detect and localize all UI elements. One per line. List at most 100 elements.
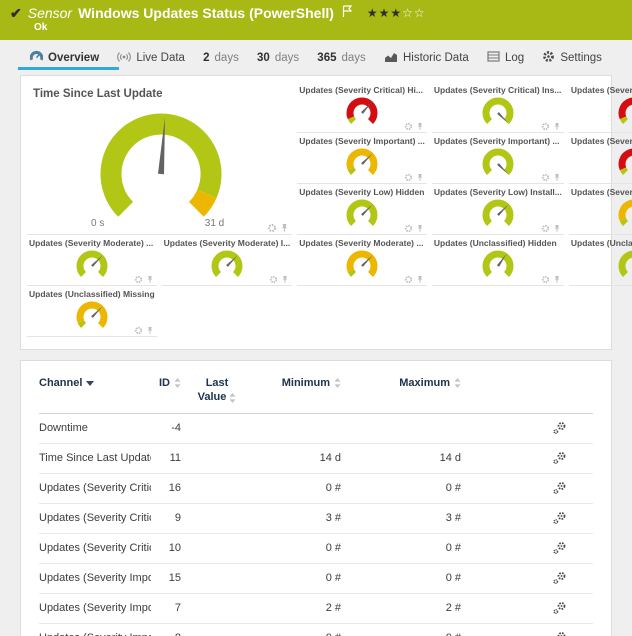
channel-row[interactable]: Updates (Severity Impo...72 #2 # [39,594,593,624]
channels-panel: Channel ID Last Value Minimum Maximum Do… [20,360,612,636]
gear-icon[interactable] [269,275,278,284]
gauge-tile[interactable]: Updates (Severity Moderate) ... [297,235,427,286]
gear-icon[interactable] [404,173,413,182]
edit-channel-icon[interactable] [552,511,567,525]
channel-id: 11 [151,452,181,464]
channel-gauge [612,248,632,280]
pin-icon[interactable] [146,275,154,284]
column-header-minimum[interactable]: Minimum [253,377,341,389]
channel-gauge [340,146,384,178]
gauge-tile[interactable]: Updates (Severity Low) Hidden [297,184,427,235]
pin-icon[interactable] [281,275,289,284]
tile-actions [134,326,154,335]
channel-name[interactable]: Updates (Severity Critic... [39,542,151,554]
gear-icon[interactable] [541,275,550,284]
pin-icon[interactable] [416,224,424,233]
gear-icon[interactable] [541,173,550,182]
channel-gauge [340,95,384,127]
pin-icon[interactable] [553,224,561,233]
channel-name[interactable]: Updates (Severity Impo... [39,602,151,614]
tile-actions [404,224,424,233]
column-header-id[interactable]: ID [151,377,181,389]
gauge-tile[interactable]: Updates (Unclassified) Install... [569,235,632,286]
edit-channel-icon[interactable] [552,571,567,585]
tab-settings[interactable]: Settings [536,46,608,70]
gear-icon[interactable] [404,224,413,233]
tab-log[interactable]: Log [481,46,530,70]
channel-row[interactable]: Time Since Last Update1114 d14 d [39,444,593,474]
pin-icon[interactable] [416,275,424,284]
channel-row[interactable]: Updates (Severity Critic...93 #3 # [39,504,593,534]
edit-channel-icon[interactable] [552,451,567,465]
gauge-tile[interactable]: Updates (Unclassified) Missing [27,286,157,337]
channel-row[interactable]: Updates (Severity Critic...100 #0 # [39,534,593,564]
tab-30-days[interactable]: 30days [251,46,305,70]
channel-actions [461,601,593,615]
gauge-title: Updates (Severity Critical) Mi... [571,85,632,95]
gauge-tile[interactable]: Updates (Severity Important) ... [432,133,564,184]
gauge-tile[interactable]: Updates (Severity Critical) Ins... [432,82,564,133]
tile-actions [541,275,561,284]
tab-365-days[interactable]: 365days [311,46,371,70]
column-header-channel[interactable]: Channel [39,377,151,389]
column-header-maximum[interactable]: Maximum [341,377,461,389]
tab-historic-data[interactable]: Historic Data [378,46,475,70]
channel-minimum: 14 d [253,452,341,464]
channel-actions [461,451,593,465]
channel-name[interactable]: Downtime [39,422,151,434]
tab-overview[interactable]: Overview [24,46,105,70]
channel-name[interactable]: Updates (Severity Critic... [39,482,151,494]
gauge-tile-time-since-last-update[interactable]: Time Since Last Update 0 s 31 d [27,82,292,235]
edit-channel-icon[interactable] [552,421,567,435]
channel-actions [461,421,593,435]
column-header-last-value[interactable]: Last Value [181,377,253,405]
channel-row[interactable]: Updates (Severity Impo...80 #0 # [39,624,593,636]
channel-name[interactable]: Updates (Severity Impo... [39,632,151,636]
edit-channel-icon[interactable] [552,631,567,636]
pin-icon[interactable] [416,173,424,182]
gear-icon[interactable] [404,122,413,131]
gauges-panel: Time Since Last Update 0 s 31 d Updates … [20,75,612,350]
gear-icon[interactable] [541,224,550,233]
pin-icon[interactable] [280,223,289,233]
gauge-tile[interactable]: Updates (Severity Low) Missi... [569,184,632,235]
gauge-tile[interactable]: Updates (Severity Low) Install... [432,184,564,235]
gauge-tile[interactable]: Updates (Severity Critical) Mi... [569,82,632,133]
tab-2-days[interactable]: 2days [197,46,245,70]
channel-name[interactable]: Updates (Severity Critic... [39,512,151,524]
channel-row[interactable]: Downtime-4 [39,414,593,444]
gauge-tile[interactable]: Updates (Severity Moderate) ... [27,235,157,286]
pin-icon[interactable] [553,173,561,182]
gauge-tile[interactable]: Updates (Severity Moderate) I... [162,235,293,286]
gauge-tile[interactable]: Updates (Unclassified) Hidden [432,235,564,286]
flag-icon[interactable] [342,5,353,18]
edit-channel-icon[interactable] [552,541,567,555]
pin-icon[interactable] [553,275,561,284]
gear-icon[interactable] [267,223,277,233]
pin-icon[interactable] [416,122,424,131]
gear-icon[interactable] [134,326,143,335]
channel-row[interactable]: Updates (Severity Impo...150 #0 # [39,564,593,594]
gauge-tile[interactable]: Updates (Severity Critical) Hi... [297,82,427,133]
gear-icon[interactable] [404,275,413,284]
gauge-title: Updates (Severity Critical) Ins... [434,85,562,95]
tile-actions [134,275,154,284]
gear-icon[interactable] [541,122,550,131]
pin-icon[interactable] [146,326,154,335]
time-since-last-update-gauge [55,102,267,222]
pin-icon[interactable] [553,122,561,131]
channel-name[interactable]: Time Since Last Update [39,452,151,464]
gear-icon[interactable] [134,275,143,284]
channel-minimum: 2 # [253,602,341,614]
priority-stars[interactable]: ★★★☆☆ [367,7,426,19]
channel-gauge [612,95,632,127]
gauge-tile[interactable]: Updates (Severity Important) ... [569,133,632,184]
edit-channel-icon[interactable] [552,601,567,615]
sort-icon [229,393,236,403]
channel-table-body: Downtime-4Time Since Last Update1114 d14… [39,414,593,636]
channel-name[interactable]: Updates (Severity Impo... [39,572,151,584]
channel-row[interactable]: Updates (Severity Critic...160 #0 # [39,474,593,504]
gauge-tile[interactable]: Updates (Severity Important) ... [297,133,427,184]
edit-channel-icon[interactable] [552,481,567,495]
tab-live-data[interactable]: Live Data [111,46,191,70]
